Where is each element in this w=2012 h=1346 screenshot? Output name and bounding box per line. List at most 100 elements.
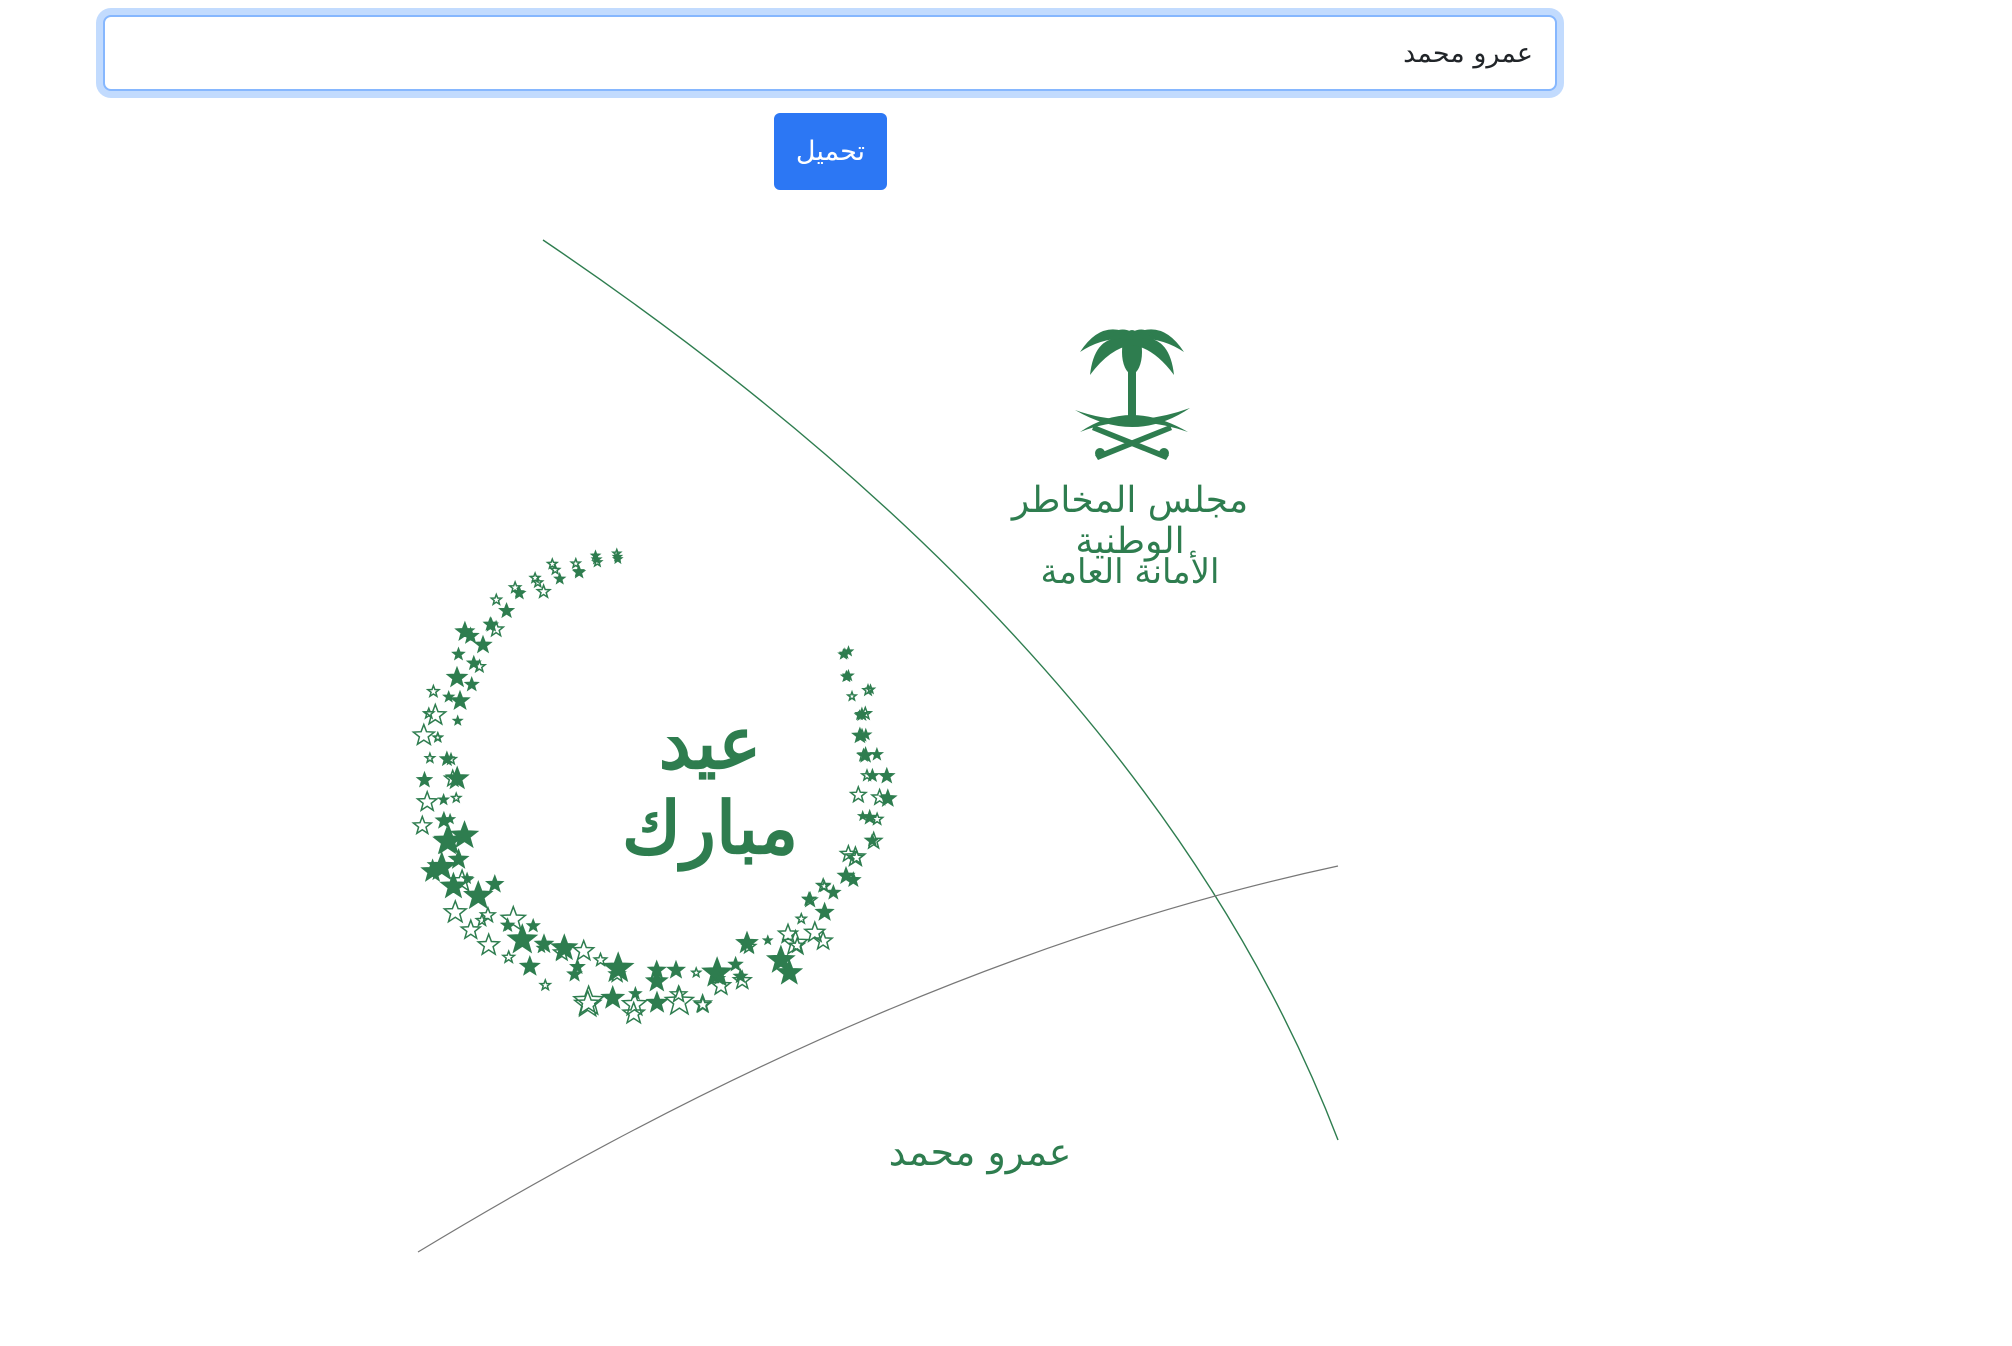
star-icon xyxy=(600,984,626,1009)
crescent-svg xyxy=(411,547,898,1025)
star-icon xyxy=(438,750,456,767)
star-icon xyxy=(732,967,749,984)
star-icon xyxy=(473,634,493,654)
star-icon xyxy=(484,873,505,893)
star-icon xyxy=(861,682,876,697)
star-icon xyxy=(411,722,437,747)
star-icon xyxy=(415,789,439,813)
star-icon xyxy=(814,901,835,921)
star-icon xyxy=(590,552,603,565)
star-icon xyxy=(666,959,687,979)
star-icon xyxy=(591,555,604,568)
star-icon xyxy=(439,871,468,899)
star-icon xyxy=(476,932,502,956)
star-icon xyxy=(445,665,469,688)
star-icon xyxy=(525,917,541,933)
star-icon xyxy=(483,616,500,632)
star-icon xyxy=(589,549,602,561)
star-icon xyxy=(489,592,504,606)
star-icon xyxy=(857,705,874,721)
star-icon xyxy=(449,868,475,893)
star-icon xyxy=(444,765,470,790)
star-icon xyxy=(444,812,457,825)
star-icon xyxy=(551,941,573,962)
star-icon xyxy=(878,766,896,784)
saudi-emblem-icon xyxy=(1075,329,1190,460)
star-icon xyxy=(838,867,854,883)
star-icon xyxy=(474,912,490,927)
star-icon xyxy=(838,647,851,659)
star-icon xyxy=(425,683,441,699)
star-icon xyxy=(447,847,470,869)
star-icon xyxy=(801,890,817,907)
star-icon xyxy=(459,918,483,940)
organization-department: الأمانة العامة xyxy=(1040,552,1220,592)
star-icon xyxy=(420,858,445,882)
star-icon xyxy=(845,689,859,702)
star-icon xyxy=(528,571,542,584)
star-icon xyxy=(812,929,835,951)
star-icon xyxy=(568,957,586,975)
star-icon xyxy=(775,958,804,985)
star-icon xyxy=(411,814,434,836)
star-icon xyxy=(644,968,669,992)
star-icon xyxy=(465,654,482,671)
star-icon xyxy=(761,934,774,946)
star-icon xyxy=(449,689,471,711)
star-icon xyxy=(442,898,469,924)
star-icon xyxy=(866,834,880,847)
star-icon xyxy=(531,575,545,589)
star-icon xyxy=(426,851,457,881)
star-icon xyxy=(421,706,436,720)
star-icon xyxy=(433,824,465,855)
star-icon xyxy=(499,917,516,933)
star-icon xyxy=(842,645,855,657)
star-icon xyxy=(859,768,875,782)
star-icon xyxy=(572,564,586,577)
star-icon xyxy=(645,990,669,1013)
card-artwork xyxy=(417,239,1339,1253)
star-icon xyxy=(423,702,448,726)
star-icon xyxy=(802,920,827,943)
star-icon xyxy=(693,995,713,1014)
star-icon xyxy=(840,669,853,682)
name-input[interactable] xyxy=(103,15,1557,91)
decorative-arc-2 xyxy=(417,865,1339,1253)
star-icon xyxy=(628,985,643,1000)
star-icon xyxy=(735,930,759,954)
star-icon xyxy=(462,879,494,910)
star-icon xyxy=(434,810,454,829)
star-icon xyxy=(841,668,855,682)
star-icon xyxy=(851,726,869,744)
star-icon xyxy=(869,811,885,826)
star-icon xyxy=(449,791,463,804)
star-icon xyxy=(611,553,624,565)
star-icon xyxy=(869,787,890,806)
star-icon xyxy=(801,890,819,908)
star-icon xyxy=(572,564,587,579)
star-icon xyxy=(463,676,480,692)
star-icon xyxy=(847,848,866,866)
load-button[interactable]: تحميل xyxy=(774,113,887,190)
star-icon xyxy=(727,955,744,972)
star-icon xyxy=(451,671,464,684)
star-icon xyxy=(572,988,603,1018)
star-icon xyxy=(478,905,498,924)
star-icon xyxy=(854,706,870,722)
star-icon xyxy=(500,949,517,964)
star-icon xyxy=(431,730,445,743)
star-icon xyxy=(442,768,463,788)
star-icon xyxy=(499,603,513,616)
star-icon xyxy=(610,547,623,559)
star-icon xyxy=(506,923,539,954)
star-icon xyxy=(415,770,434,788)
star-icon xyxy=(825,884,842,900)
star-icon xyxy=(569,556,583,570)
star-icon xyxy=(533,933,555,954)
star-icon xyxy=(471,658,488,674)
greeting-card: مجلس المخاطر الوطنية الأمانة العامة عيد … xyxy=(0,0,2012,1342)
star-icon xyxy=(855,747,871,762)
star-icon xyxy=(553,572,567,585)
recipient-name: عمرو محمد xyxy=(888,1130,1072,1174)
star-icon xyxy=(836,865,856,885)
